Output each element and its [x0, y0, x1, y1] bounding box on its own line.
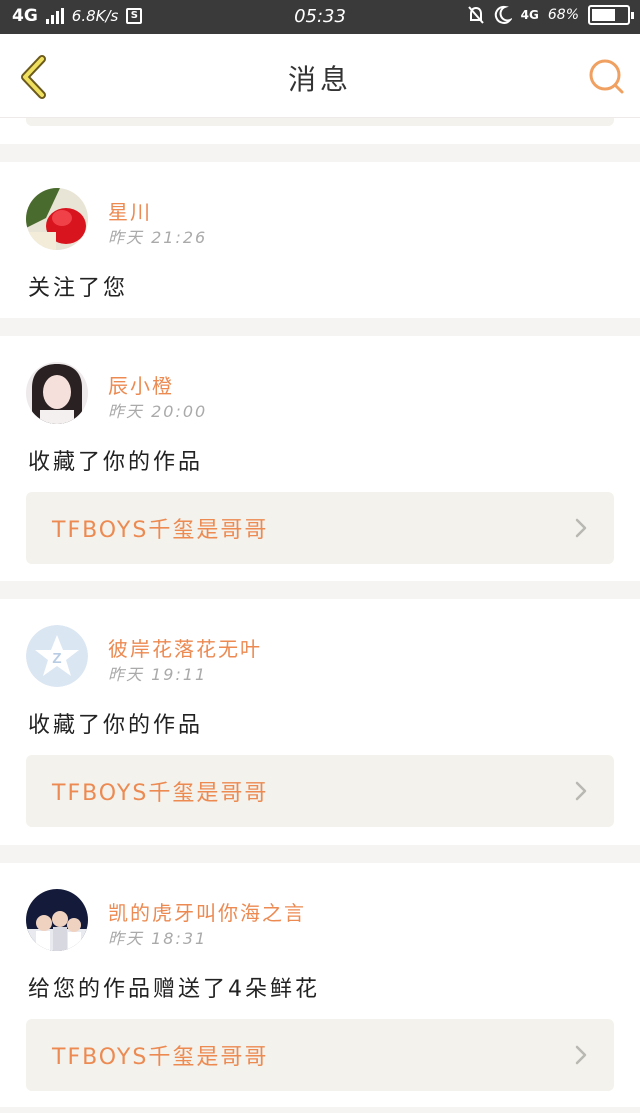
sender-name[interactable]: 星川	[108, 196, 152, 225]
message-card: 辰小橙 昨天 20:00 收藏了你的作品 TFBOYS千玺是哥哥	[0, 336, 640, 581]
svg-text:Z: Z	[52, 650, 61, 667]
message-text: 收藏了你的作品	[28, 713, 204, 738]
work-link[interactable]: TFBOYS千玺是哥哥	[26, 1019, 614, 1091]
chevron-right-icon	[575, 1045, 587, 1065]
app-header: 消息	[0, 34, 640, 118]
avatar[interactable]: Z	[26, 625, 88, 687]
work-link[interactable]: TFBOYS千玺是哥哥	[26, 492, 614, 564]
page-title: 消息	[287, 63, 352, 96]
message-card: Z 彼岸花落花无叶 昨天 19:11 收藏了你的作品 TFBOYS千玺是哥哥	[0, 599, 640, 845]
work-title: TFBOYS千玺是哥哥	[52, 518, 269, 543]
message-text: 收藏了你的作品	[28, 450, 204, 475]
search-icon[interactable]	[588, 58, 626, 96]
work-title: TFBOYS千玺是哥哥	[52, 781, 269, 806]
avatar[interactable]	[26, 889, 88, 951]
chevron-right-icon	[575, 781, 587, 801]
battery-percent: 68%	[547, 7, 579, 23]
message-time: 昨天 19:11	[108, 665, 208, 684]
previous-work-link[interactable]	[26, 118, 614, 126]
silent-icon	[467, 6, 484, 24]
battery-fill	[592, 9, 616, 21]
status-right: 4G 68%	[467, 5, 634, 25]
message-time: 昨天 20:00	[108, 402, 208, 421]
battery-icon	[588, 5, 634, 25]
sender-name[interactable]: 辰小橙	[108, 370, 174, 399]
avatar[interactable]	[26, 362, 88, 424]
sender-name[interactable]: 彼岸花落花无叶	[108, 633, 262, 662]
work-title: TFBOYS千玺是哥哥	[52, 1045, 269, 1070]
network-type-secondary: 4G	[520, 8, 539, 22]
status-bar: 4G 6.8K/s S 05:33 4G 68%	[0, 0, 640, 34]
message-text: 给您的作品赠送了4朵鲜花	[28, 977, 320, 1002]
message-time: 昨天 18:31	[108, 929, 208, 948]
chevron-right-icon	[575, 518, 587, 538]
message-time: 昨天 21:26	[108, 228, 208, 247]
avatar[interactable]	[26, 188, 88, 250]
moon-icon	[494, 5, 512, 24]
message-card: 凯的虎牙叫你海之言 昨天 18:31 给您的作品赠送了4朵鲜花 TFBOYS千玺…	[0, 863, 640, 1107]
message-text: 关注了您	[28, 276, 129, 301]
previous-card-remnant	[0, 118, 640, 144]
message-card: 星川 昨天 21:26 关注了您	[0, 162, 640, 318]
sender-name[interactable]: 凯的虎牙叫你海之言	[108, 897, 306, 926]
work-link[interactable]: TFBOYS千玺是哥哥	[26, 755, 614, 827]
